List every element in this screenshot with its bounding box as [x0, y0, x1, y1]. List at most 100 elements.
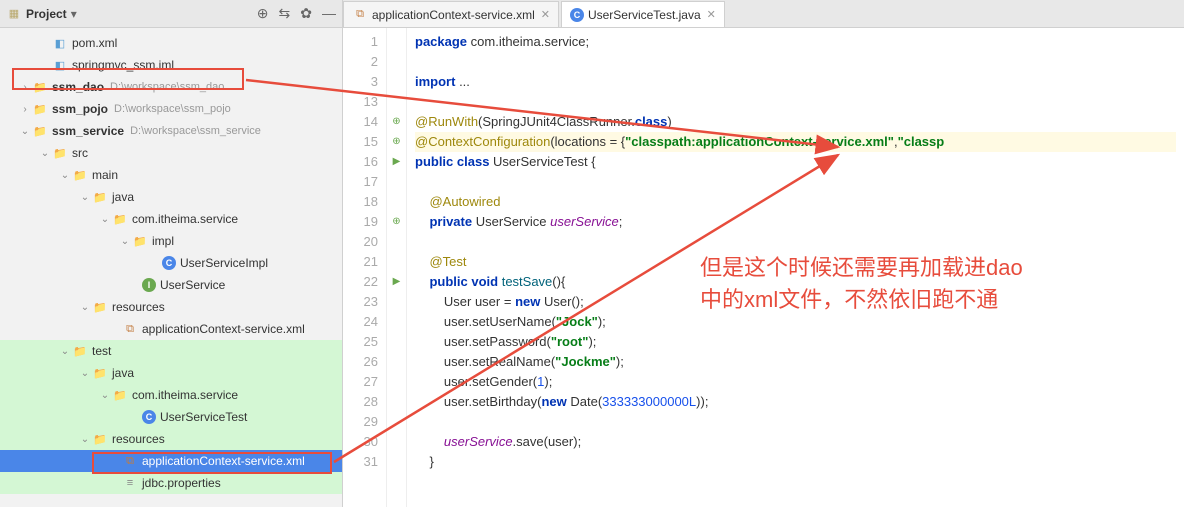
code-content[interactable]: package com.itheima.service; import ... …	[407, 28, 1184, 507]
code-line[interactable]: public void testSave(){	[415, 272, 1176, 292]
gutter-marker	[387, 332, 406, 352]
tree-item[interactable]: ⌄📁resources	[0, 428, 342, 450]
tree-item[interactable]: ⌄📁main	[0, 164, 342, 186]
tree-item[interactable]: ›📁ssm_daoD:\workspace\ssm_dao	[0, 76, 342, 98]
chevron-icon[interactable]: ⌄	[58, 346, 72, 357]
chevron-icon[interactable]: ⌄	[98, 214, 112, 225]
code-line[interactable]: @Autowired	[415, 192, 1176, 212]
folder-icon: 📁	[112, 211, 128, 227]
tree-item[interactable]: ⌄📁test	[0, 340, 342, 362]
tree-item[interactable]: ⌄📁resources	[0, 296, 342, 318]
tree-item[interactable]: ◧pom.xml	[0, 32, 342, 54]
line-number: 26	[343, 352, 378, 372]
gutter-marker	[387, 252, 406, 272]
close-icon[interactable]: ✕	[541, 8, 550, 21]
tab-label: UserServiceTest.java	[588, 8, 701, 22]
line-number: 19	[343, 212, 378, 232]
code-line[interactable]: package com.itheima.service;	[415, 32, 1176, 52]
chevron-icon[interactable]: ⌄	[98, 390, 112, 401]
module-icon: ◧	[52, 35, 68, 51]
chevron-icon[interactable]: ⌄	[18, 126, 32, 137]
tree-item[interactable]: ⌄📁java	[0, 362, 342, 384]
tree-item[interactable]: CUserServiceImpl	[0, 252, 342, 274]
tree-item[interactable]: ⧉applicationContext-service.xml	[0, 318, 342, 340]
code-line[interactable]: @Test	[415, 252, 1176, 272]
locate-icon[interactable]: ⊕	[257, 5, 269, 22]
tree-item[interactable]: ⌄📁src	[0, 142, 342, 164]
chevron-icon[interactable]: ⌄	[118, 236, 132, 247]
tree-item[interactable]: ⌄📁ssm_serviceD:\workspace\ssm_service	[0, 120, 342, 142]
chevron-icon[interactable]: ›	[18, 82, 32, 93]
tree-item[interactable]: ⌄📁 com.itheima.service	[0, 208, 342, 230]
folder-icon: 📁	[32, 101, 48, 117]
path-hint: D:\workspace\ssm_service	[130, 125, 261, 137]
code-line[interactable]: user.setBirthday(new Date(333333000000L)…	[415, 392, 1176, 412]
close-icon[interactable]: ✕	[707, 8, 716, 21]
tree-item[interactable]: IUserService	[0, 274, 342, 296]
code-line[interactable]: user.setUserName("Jock");	[415, 312, 1176, 332]
folder-icon: 📁	[32, 123, 48, 139]
chevron-icon[interactable]: ⌄	[38, 148, 52, 159]
tree-item-label: UserServiceTest	[160, 410, 247, 424]
tree-item[interactable]: ›📁ssm_pojoD:\workspace\ssm_pojo	[0, 98, 342, 120]
chevron-icon[interactable]: ⌄	[78, 434, 92, 445]
settings-icon[interactable]: ✿	[300, 5, 312, 22]
code-line[interactable]	[415, 52, 1176, 72]
line-number: 1	[343, 32, 378, 52]
class-c-icon: C	[142, 410, 156, 424]
tree-item[interactable]: C UserServiceTest	[0, 406, 342, 428]
editor-tab[interactable]: CUserServiceTest.java✕	[561, 1, 725, 27]
tree-item-label: UserServiceImpl	[180, 256, 268, 270]
line-number: 16	[343, 152, 378, 172]
code-editor[interactable]: 1231314151617181920212223242526272829303…	[343, 28, 1184, 507]
code-line[interactable]: public class UserServiceTest {	[415, 152, 1176, 172]
code-line[interactable]: user.setGender(1);	[415, 372, 1176, 392]
code-line[interactable]: user.setPassword("root");	[415, 332, 1176, 352]
code-line[interactable]: User user = new User();	[415, 292, 1176, 312]
tree-item-label: com.itheima.service	[132, 388, 238, 402]
code-line[interactable]	[415, 232, 1176, 252]
tree-item[interactable]: ⌄📁java	[0, 186, 342, 208]
code-line[interactable]: private UserService userService;	[415, 212, 1176, 232]
chevron-icon[interactable]: ⌄	[58, 170, 72, 181]
gutter-marker[interactable]: ⊕	[387, 132, 406, 152]
line-number: 2	[343, 52, 378, 72]
chevron-icon[interactable]: ⌄	[78, 302, 92, 313]
xml-icon: ⧉	[122, 453, 138, 469]
code-line[interactable]: userService.save(user);	[415, 432, 1176, 452]
chevron-icon[interactable]: ›	[18, 104, 32, 115]
tree-item[interactable]: ⧉applicationContext-service.xml	[0, 450, 342, 472]
code-line[interactable]: import ...	[415, 72, 1176, 92]
line-number: 20	[343, 232, 378, 252]
chevron-icon[interactable]: ⌄	[78, 368, 92, 379]
gutter-marker	[387, 192, 406, 212]
tree-item-label: impl	[152, 234, 174, 248]
gutter-marker[interactable]: ▶	[387, 152, 406, 172]
code-line[interactable]: }	[415, 452, 1176, 472]
gutter-marker[interactable]: ⊕	[387, 112, 406, 132]
code-line[interactable]: user.setRealName("Jockme");	[415, 352, 1176, 372]
code-line[interactable]	[415, 172, 1176, 192]
hide-icon[interactable]: —	[322, 5, 336, 22]
tree-item[interactable]: ⌄📁 impl	[0, 230, 342, 252]
gutter-marker[interactable]: ▶	[387, 272, 406, 292]
tree-item-label: com.itheima.service	[132, 212, 238, 226]
code-line[interactable]	[415, 412, 1176, 432]
editor-tab[interactable]: ⧉applicationContext-service.xml✕	[343, 1, 559, 27]
gutter-marker[interactable]: ⊕	[387, 212, 406, 232]
gutter-marker	[387, 52, 406, 72]
folder-icon: 📁	[132, 233, 148, 249]
tree-item[interactable]: ◧springmvc_ssm.iml	[0, 54, 342, 76]
project-dropdown[interactable]: ▾	[71, 7, 77, 21]
code-line[interactable]	[415, 92, 1176, 112]
expand-icon[interactable]: ⇆	[279, 5, 291, 22]
gutter-marker	[387, 452, 406, 472]
tree-item[interactable]: ≡jdbc.properties	[0, 472, 342, 494]
code-line[interactable]: @ContextConfiguration(locations = {"clas…	[415, 132, 1176, 152]
chevron-icon[interactable]: ⌄	[78, 192, 92, 203]
project-tree[interactable]: ◧pom.xml◧springmvc_ssm.iml›📁ssm_daoD:\wo…	[0, 28, 342, 507]
code-line[interactable]: @RunWith(SpringJUnit4ClassRunner.class)	[415, 112, 1176, 132]
tree-item[interactable]: ⌄📁com.itheima.service	[0, 384, 342, 406]
line-number: 24	[343, 312, 378, 332]
tree-item-label: UserService	[160, 278, 225, 292]
